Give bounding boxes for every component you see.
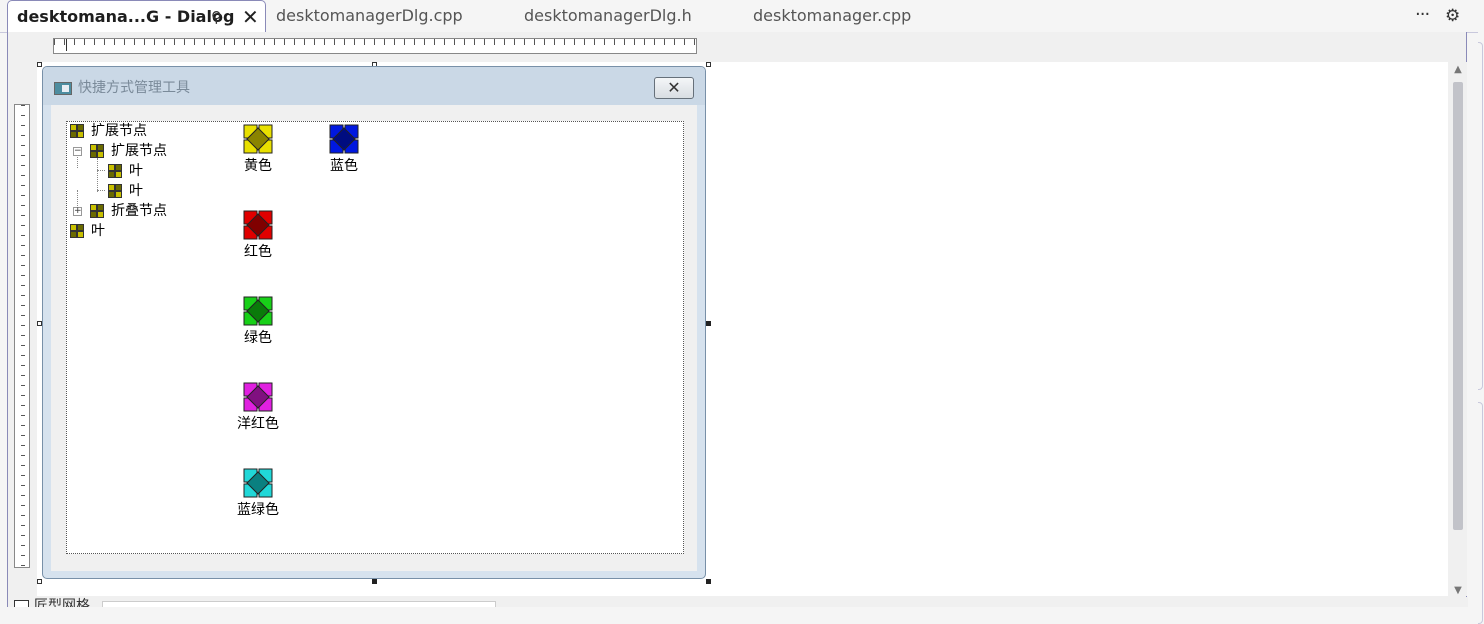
pin-icon[interactable]: ⚲ <box>211 1 222 33</box>
dialog-preview[interactable]: 快捷方式管理工具 ✕ 扩展节点 − 扩展节点 叶 叶 + 折叠节点 叶 黄色 蓝… <box>42 66 706 579</box>
node-icon <box>70 124 84 138</box>
list-and-tree-area[interactable]: 扩展节点 − 扩展节点 叶 叶 + 折叠节点 叶 黄色 蓝色 红色 绿色 洋红色… <box>66 121 684 554</box>
tree-item-label: 叶 <box>91 223 105 239</box>
collapse-icon[interactable]: − <box>73 147 82 156</box>
list-item-label: 黄色 <box>244 158 272 174</box>
list-item-red[interactable]: 红色 <box>228 210 288 260</box>
tree-item-label: 叶 <box>129 183 143 199</box>
magenta-tile-icon <box>243 382 273 412</box>
more-options-icon[interactable]: ··· <box>1415 0 1430 30</box>
leaf-icon <box>108 184 122 198</box>
tree-item-label: 扩展节点 <box>111 143 167 159</box>
list-item-label: 蓝绿色 <box>237 502 279 518</box>
tab-dialog-resource[interactable]: desktomana...G - Dialog ⚲ ✕ <box>7 0 266 32</box>
resize-handle[interactable] <box>706 321 711 326</box>
dialog-app-icon <box>54 82 72 95</box>
horizontal-ruler[interactable] <box>53 38 697 54</box>
tab-dlg-cpp[interactable]: desktomanagerDlg.cpp <box>276 0 463 32</box>
list-item-yellow[interactable]: 黄色 <box>228 124 288 174</box>
list-item-label: 蓝色 <box>330 158 358 174</box>
list-item-blue[interactable]: 蓝色 <box>314 124 374 174</box>
dialog-close-button[interactable]: ✕ <box>654 77 694 99</box>
dialog-titlebar[interactable]: 快捷方式管理工具 ✕ <box>43 67 705 105</box>
list-item-green[interactable]: 绿色 <box>228 296 288 346</box>
scroll-up-icon[interactable]: ▲ <box>1449 64 1467 75</box>
blue-tile-icon <box>329 124 359 154</box>
tree-item-label: 扩展节点 <box>91 123 147 139</box>
list-item-label: 洋红色 <box>237 416 279 432</box>
grid-checkbox[interactable] <box>14 600 29 607</box>
list-item-label: 绿色 <box>244 330 272 346</box>
expand-icon[interactable]: + <box>73 207 82 216</box>
right-panel-edge <box>1478 32 1484 624</box>
node-icon <box>90 144 104 158</box>
tab-cpp[interactable]: desktomanager.cpp <box>753 0 911 32</box>
resize-handle[interactable] <box>37 579 42 584</box>
tab-label: desktomanagerDlg.h <box>524 6 692 25</box>
vertical-scrollbar[interactable]: ▲ ▼ <box>1449 62 1467 596</box>
vertical-ruler[interactable] <box>14 104 30 568</box>
list-item-cyan[interactable]: 蓝绿色 <box>228 468 288 518</box>
gear-icon[interactable]: ⚙ <box>1445 0 1460 32</box>
tab-label: desktomana...G - Dialog <box>17 7 235 26</box>
leaf-icon <box>70 224 84 238</box>
resize-handle[interactable] <box>37 62 42 67</box>
resize-handle[interactable] <box>706 62 711 67</box>
bottom-combo[interactable] <box>102 601 496 607</box>
tree-item-label: 叶 <box>129 163 143 179</box>
grid-checkbox-label: 匠型网格 <box>34 598 90 607</box>
document-tab-strip: desktomana...G - Dialog ⚲ ✕ desktomanage… <box>0 0 1484 33</box>
close-icon[interactable]: ✕ <box>242 1 259 33</box>
green-tile-icon <box>243 296 273 326</box>
dialog-title: 快捷方式管理工具 <box>78 80 190 96</box>
scroll-down-icon[interactable]: ▼ <box>1449 585 1467 596</box>
resize-handle[interactable] <box>706 579 711 584</box>
tab-label: desktomanager.cpp <box>753 6 912 25</box>
scrollbar-thumb[interactable] <box>1453 82 1463 530</box>
cyan-tile-icon <box>243 468 273 498</box>
node-icon <box>90 204 104 218</box>
list-item-magenta[interactable]: 洋红色 <box>228 382 288 432</box>
tab-label: desktomanagerDlg.cpp <box>276 6 463 25</box>
tab-dlg-h[interactable]: desktomanagerDlg.h <box>524 0 692 32</box>
leaf-icon <box>108 164 122 178</box>
list-item-label: 红色 <box>244 244 272 260</box>
yellow-tile-icon <box>243 124 273 154</box>
tree-item-label: 折叠节点 <box>111 203 167 219</box>
red-tile-icon <box>243 210 273 240</box>
editor-bottom-toolbar: 匠型网格 <box>8 597 1468 607</box>
resize-handle[interactable] <box>372 579 377 584</box>
